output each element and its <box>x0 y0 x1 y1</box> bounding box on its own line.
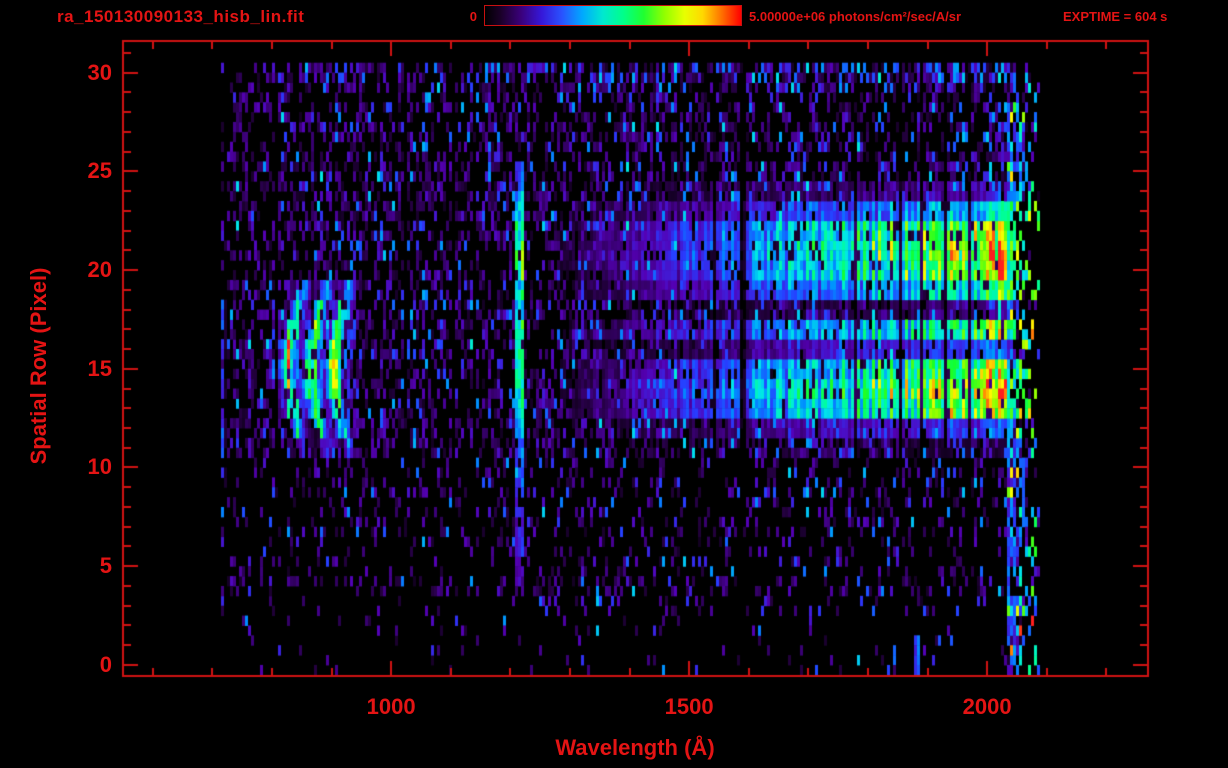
spectral-image-plot-area <box>0 0 1228 768</box>
y-tick-label: 0 <box>99 651 112 677</box>
y-tick-label: 30 <box>87 59 112 85</box>
x-tick-label: 1000 <box>366 694 416 719</box>
colorbar-max-label: 5.00000e+06 photons/cm²/sec/A/sr <box>749 9 962 24</box>
x-tick-label: 1500 <box>664 694 714 719</box>
y-tick-label: 25 <box>87 158 112 184</box>
exptime-label: EXPTIME = 604 s <box>1063 9 1168 24</box>
y-tick-label: 5 <box>99 553 112 579</box>
y-tick-label: 15 <box>87 355 112 381</box>
plot-window: ra_150130090133_hisb_lin.fit 0 5.00000e+… <box>0 0 1228 768</box>
x-tick-label: 2000 <box>962 694 1012 719</box>
plot-title: ra_150130090133_hisb_lin.fit <box>57 7 305 26</box>
y-tick-label: 20 <box>87 257 112 283</box>
x-axis-title: Wavelength (Å) <box>555 735 715 760</box>
y-tick-label: 10 <box>87 454 112 480</box>
colorbar-gradient <box>484 5 742 26</box>
colorbar-min-label: 0 <box>469 9 477 24</box>
